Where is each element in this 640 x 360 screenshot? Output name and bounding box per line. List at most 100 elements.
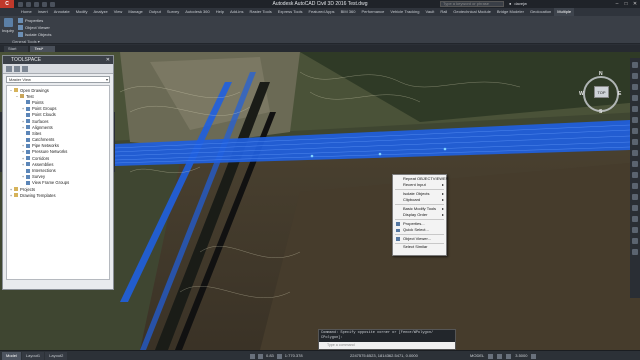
modify-icon[interactable] <box>632 194 638 200</box>
maximize-button[interactable]: □ <box>623 1 629 7</box>
snap-icon[interactable] <box>632 172 638 178</box>
ribbon-tab-help[interactable]: Help <box>213 8 227 16</box>
properties-icon[interactable] <box>632 139 638 145</box>
ribbon-tab-autodesk-360[interactable]: Autodesk 360 <box>182 8 212 16</box>
open-icon[interactable] <box>26 1 31 7</box>
ribbon-tab-vehicle-tracking[interactable]: Vehicle Tracking <box>387 8 422 16</box>
ribbon-tab-insert[interactable]: Insert <box>35 8 51 16</box>
ribbon-tab-express-tools[interactable]: Express Tools <box>275 8 306 16</box>
lineweight-icon[interactable] <box>506 353 512 359</box>
ribbon-tab-add-ins[interactable]: Add-ins <box>227 8 247 16</box>
menu-item-object-viewer[interactable]: Object Viewer... <box>393 236 446 242</box>
block-icon[interactable] <box>632 249 638 255</box>
pan-icon[interactable] <box>632 73 638 79</box>
tab-layout1[interactable]: Layout1 <box>21 351 45 360</box>
erase-icon[interactable] <box>632 216 638 222</box>
showmotion-icon[interactable] <box>632 106 638 112</box>
settings-icon[interactable] <box>22 65 28 72</box>
customize-icon[interactable] <box>531 353 537 359</box>
ribbon-tab-manage[interactable]: Manage <box>125 8 145 16</box>
export-icon[interactable] <box>14 65 20 72</box>
file-tab-start[interactable]: Start <box>4 45 29 52</box>
polar-icon[interactable] <box>497 353 503 359</box>
ribbon-tab-featured-apps[interactable]: Featured Apps <box>306 8 338 16</box>
menu-item-recent-input[interactable]: Recent Input <box>393 182 446 189</box>
expand-icon[interactable]: + <box>21 149 25 154</box>
ribbon-tab-multiple[interactable]: Multiple <box>554 8 575 16</box>
dimension-icon[interactable] <box>632 238 638 244</box>
menu-item-display-order[interactable]: Display Order <box>393 212 446 219</box>
undo-icon[interactable] <box>42 1 47 7</box>
close-button[interactable]: ✕ <box>632 1 638 7</box>
toolspace-title-bar[interactable]: TOOLSPACE ✕ <box>3 56 113 64</box>
ribbon-tab-rail[interactable]: Rail <box>437 8 450 16</box>
compass-east[interactable]: E <box>618 91 621 97</box>
search-input[interactable]: Type a keyword or phrase <box>440 1 504 7</box>
ribbon-tab-geolocation[interactable]: Geolocation <box>527 8 554 16</box>
save-icon[interactable] <box>34 1 39 7</box>
ribbon-tab-bim-360[interactable]: BIM 360 <box>338 8 359 16</box>
copy-icon[interactable] <box>632 205 638 211</box>
orbit-icon[interactable] <box>632 95 638 101</box>
redo-icon[interactable] <box>50 1 55 7</box>
minimize-button[interactable]: – <box>614 1 620 7</box>
expand-icon[interactable]: + <box>21 162 25 167</box>
ribbon-tab-survey[interactable]: Survey <box>164 8 182 16</box>
zoom-icon[interactable] <box>632 84 638 90</box>
new-icon[interactable] <box>18 1 23 7</box>
ribbon-tab-performance[interactable]: Performance <box>358 8 387 16</box>
draw-icon[interactable] <box>632 183 638 189</box>
isolate-objects-button[interactable]: Isolate Objects <box>18 31 51 37</box>
compass-south[interactable]: S <box>599 109 602 115</box>
text-icon[interactable] <box>632 227 638 233</box>
ribbon-tab-bridge-modeler[interactable]: Bridge Modeler <box>494 8 527 16</box>
ribbon-tab-raster-tools[interactable]: Raster Tools <box>247 8 275 16</box>
ribbon-tab-annotate[interactable]: Annotate <box>51 8 73 16</box>
properties-button[interactable]: Properties <box>18 17 51 23</box>
expand-icon[interactable]: + <box>21 156 25 161</box>
expand-icon[interactable]: + <box>21 106 25 111</box>
tab-model[interactable]: Model <box>2 351 21 360</box>
model-space-toggle[interactable]: MODEL <box>470 352 484 360</box>
refresh-icon[interactable] <box>6 65 12 72</box>
panel-title[interactable]: General Tools ▾ <box>12 39 40 44</box>
user-area[interactable]: ● davejw <box>509 1 527 6</box>
snap-toggle-icon[interactable] <box>258 353 263 359</box>
close-icon[interactable]: ✕ <box>106 56 110 64</box>
view-select[interactable]: Master View <box>6 76 110 83</box>
ribbon-tab-vault[interactable]: Vault <box>423 8 438 16</box>
menu-item-clipboard[interactable]: Clipboard <box>393 197 446 204</box>
compass-west[interactable]: W <box>579 91 584 97</box>
nav-wheel-icon[interactable] <box>632 62 638 68</box>
expand-icon[interactable]: + <box>21 125 25 130</box>
expand-icon[interactable]: + <box>21 119 25 124</box>
annotation-scale[interactable]: 1:770.378 <box>285 353 303 358</box>
file-tab-test[interactable]: Test* <box>30 45 56 52</box>
ribbon-tab-view[interactable]: View <box>111 8 126 16</box>
measure-icon[interactable] <box>632 150 638 156</box>
collapse-icon[interactable]: − <box>15 94 19 99</box>
ribbon-tab-modify[interactable]: Modify <box>73 8 91 16</box>
menu-item-select-similar[interactable]: Select Similar <box>393 244 446 250</box>
expand-icon[interactable]: + <box>9 187 13 192</box>
viewcube-top-face[interactable]: TOP <box>594 86 609 98</box>
expand-icon[interactable]: + <box>21 174 25 179</box>
osnap-icon[interactable] <box>276 353 282 359</box>
ribbon-tab-output[interactable]: Output <box>146 8 164 16</box>
expand-icon[interactable]: + <box>9 193 13 198</box>
inquiry-button[interactable]: Inquiry <box>2 18 14 38</box>
app-menu-button[interactable]: C <box>0 0 14 8</box>
precision-value[interactable]: 3.5000 <box>515 352 527 360</box>
ribbon-tab-analyze[interactable]: Analyze <box>90 8 110 16</box>
collapse-icon[interactable]: − <box>9 88 13 93</box>
grid-toggle-icon[interactable] <box>250 353 255 359</box>
grid-icon[interactable] <box>632 161 638 167</box>
compass-north[interactable]: N <box>599 71 603 77</box>
menu-item-quick-select[interactable]: Quick Select... <box>393 227 446 233</box>
tree-item[interactable]: + Drawing Templates <box>9 192 107 198</box>
tab-layout2[interactable]: Layout2 <box>45 351 68 360</box>
ribbon-tab-home[interactable]: Home <box>18 8 35 16</box>
match-icon[interactable] <box>632 128 638 134</box>
command-input[interactable]: Type a command <box>319 342 455 349</box>
layer-icon[interactable] <box>632 117 638 123</box>
